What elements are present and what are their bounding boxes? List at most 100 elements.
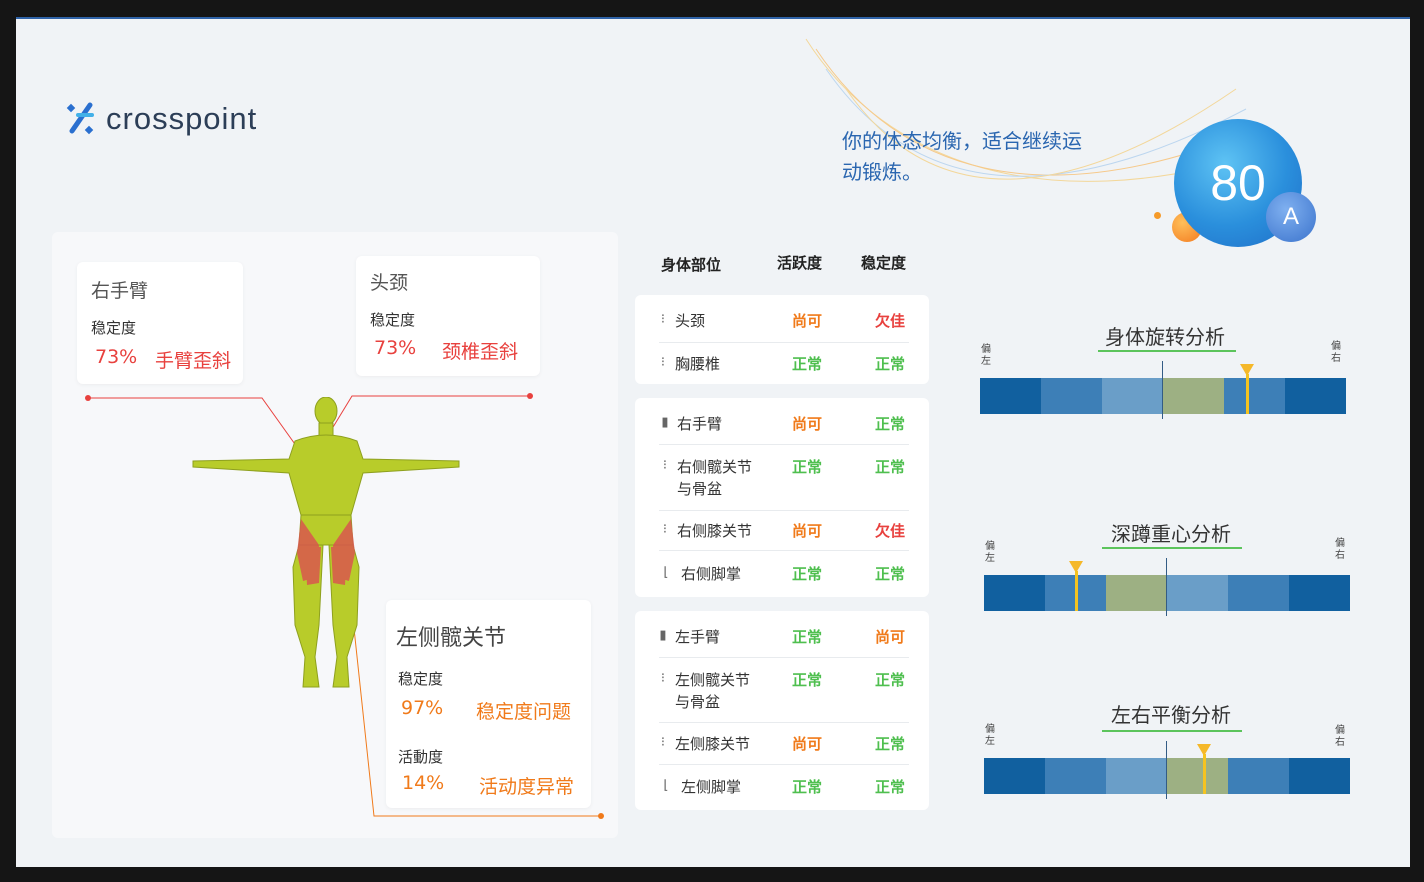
row-divider: [659, 342, 909, 343]
part-label-line1: 右侧髋关节: [677, 458, 753, 476]
right-bias-label: 偏右: [1335, 538, 1345, 561]
activity-status: 尚可: [792, 735, 823, 753]
knee-icon: ⁝: [660, 735, 666, 750]
card-title: 左侧髋关节: [396, 626, 507, 651]
row-divider: [659, 550, 909, 551]
card-issue: 颈椎歪斜: [442, 341, 519, 363]
activity-status: 尚可: [792, 312, 823, 330]
squat-bar: [984, 575, 1350, 611]
activity-status: 正常: [792, 458, 823, 476]
card-title: 右手臂: [91, 280, 149, 302]
part-label: 右侧膝关节: [677, 522, 753, 540]
part-label: 左手臂: [675, 628, 721, 646]
part-label: 右手臂: [677, 415, 723, 433]
arm-icon: ▮: [659, 628, 667, 643]
crosspoint-logo: crosspoint: [66, 101, 257, 137]
card-percent-stability: 97%: [401, 697, 444, 719]
stability-status: 正常: [875, 415, 906, 433]
report-screen: crosspoint 你的体态均衡，适合继续运动锻炼。 80 A 右手臂 稳定度…: [16, 17, 1410, 867]
card-metric-mobility: 活動度: [398, 748, 444, 766]
card-metric: 稳定度: [370, 311, 416, 329]
activity-status: 尚可: [792, 522, 823, 540]
right-bias-label: 偏右: [1335, 725, 1345, 748]
row-divider: [659, 657, 909, 658]
center-line: [1162, 361, 1163, 419]
stability-status: 正常: [875, 355, 906, 373]
stability-status: 正常: [875, 565, 906, 583]
logo-text: crosspoint: [106, 101, 258, 136]
activity-status: 正常: [792, 355, 823, 373]
rotation-analysis: 身体旋转分析 偏左 偏右: [980, 319, 1346, 419]
header-stability: 稳定度: [861, 254, 907, 272]
knee-icon: ⁝: [662, 522, 668, 537]
card-title: 头颈: [370, 272, 409, 294]
part-label: 头颈: [675, 312, 706, 330]
analysis-title: 左右平衡分析: [1111, 703, 1231, 727]
spine-icon: ⁝: [660, 312, 666, 327]
card-head-neck: 头颈 稳定度 73% 颈椎歪斜: [356, 256, 540, 376]
part-label: 左侧膝关节: [675, 735, 751, 753]
header-body-part: 身体部位: [661, 256, 722, 274]
card-metric: 稳定度: [91, 319, 137, 337]
card-issue: 手臂歪斜: [155, 350, 232, 372]
part-label-line2: 与骨盆: [677, 480, 723, 498]
part-label: 右侧髋关节 与骨盆: [677, 456, 752, 500]
table-group-trunk: ⁝ 头颈 尚可 欠佳 ⁝ 胸腰椎 正常 正常: [635, 295, 929, 384]
stability-status: 欠佳: [875, 522, 906, 540]
stability-status: 正常: [875, 458, 906, 476]
row-divider: [659, 764, 909, 765]
center-line: [1166, 558, 1167, 616]
title-underline: [1102, 547, 1242, 549]
part-label-line1: 左侧髋关节: [675, 671, 751, 689]
analysis-title: 身体旋转分析: [1105, 325, 1225, 349]
table-group-left-side: ▮ 左手臂 正常 尚可 ⁝ 左侧髋关节 与骨盆 正常 正常 ⁝ 左侧膝关节 尚可 正常 …: [635, 611, 929, 810]
card-metric-stability: 稳定度: [398, 670, 444, 688]
header-activity: 活跃度: [777, 254, 823, 272]
part-label: 左侧髋关节 与骨盆: [675, 669, 750, 713]
title-underline: [1102, 730, 1242, 732]
stability-status: 尚可: [875, 628, 906, 646]
activity-status: 尚可: [792, 415, 823, 433]
hip-icon: ⁝: [660, 671, 666, 686]
part-label: 右侧脚掌: [681, 565, 742, 583]
balance-bar: [984, 758, 1350, 794]
table-group-right-side: ▮ 右手臂 尚可 正常 ⁝ 右侧髋关节 与骨盆 正常 正常 ⁝ 右侧膝关节 尚可 欠佳 …: [635, 398, 929, 597]
stability-status: 正常: [875, 671, 906, 689]
stability-status: 正常: [875, 735, 906, 753]
row-divider: [659, 510, 909, 511]
summary-text: 你的体态均衡，适合继续运动锻炼。: [842, 129, 1082, 184]
card-issue-stability: 稳定度问题: [476, 701, 572, 723]
card-percent-mobility: 14%: [402, 772, 445, 794]
activity-status: 正常: [792, 778, 823, 796]
part-label-line2: 与骨盆: [675, 693, 721, 711]
spine-icon: ⁝: [660, 355, 666, 370]
part-label: 胸腰椎: [675, 355, 721, 373]
center-line: [1166, 741, 1167, 799]
card-percent: 73%: [374, 337, 417, 359]
row-divider: [659, 444, 909, 445]
rotation-bar: [980, 378, 1346, 414]
part-label: 左侧脚掌: [681, 778, 742, 796]
foot-icon: ⌊: [663, 778, 669, 793]
card-left-hip: 左侧髋关节 稳定度 97% 稳定度问题 活動度 14% 活动度异常: [386, 600, 591, 808]
activity-status: 正常: [792, 565, 823, 583]
grade-badge: A: [1266, 192, 1316, 242]
crosspoint-logo-icon: [66, 102, 94, 135]
balance-analysis: 左右平衡分析 偏左 偏右: [984, 699, 1350, 799]
stability-status: 正常: [875, 778, 906, 796]
hip-icon: ⁝: [662, 458, 668, 473]
analysis-title: 深蹲重心分析: [1111, 522, 1231, 546]
right-bias-label: 偏右: [1331, 341, 1341, 364]
card-issue-mobility: 活动度异常: [479, 776, 575, 798]
card-percent: 73%: [95, 346, 138, 368]
title-underline: [1098, 350, 1236, 352]
left-bias-label: 偏左: [985, 724, 995, 747]
arm-icon: ▮: [661, 415, 669, 430]
activity-status: 正常: [792, 671, 823, 689]
row-divider: [659, 722, 909, 723]
card-right-arm: 右手臂 稳定度 73% 手臂歪斜: [77, 262, 243, 384]
orange-dot-small: [1154, 212, 1161, 219]
activity-status: 正常: [792, 628, 823, 646]
left-bias-label: 偏左: [985, 541, 995, 564]
foot-icon: ⌊: [663, 565, 669, 580]
